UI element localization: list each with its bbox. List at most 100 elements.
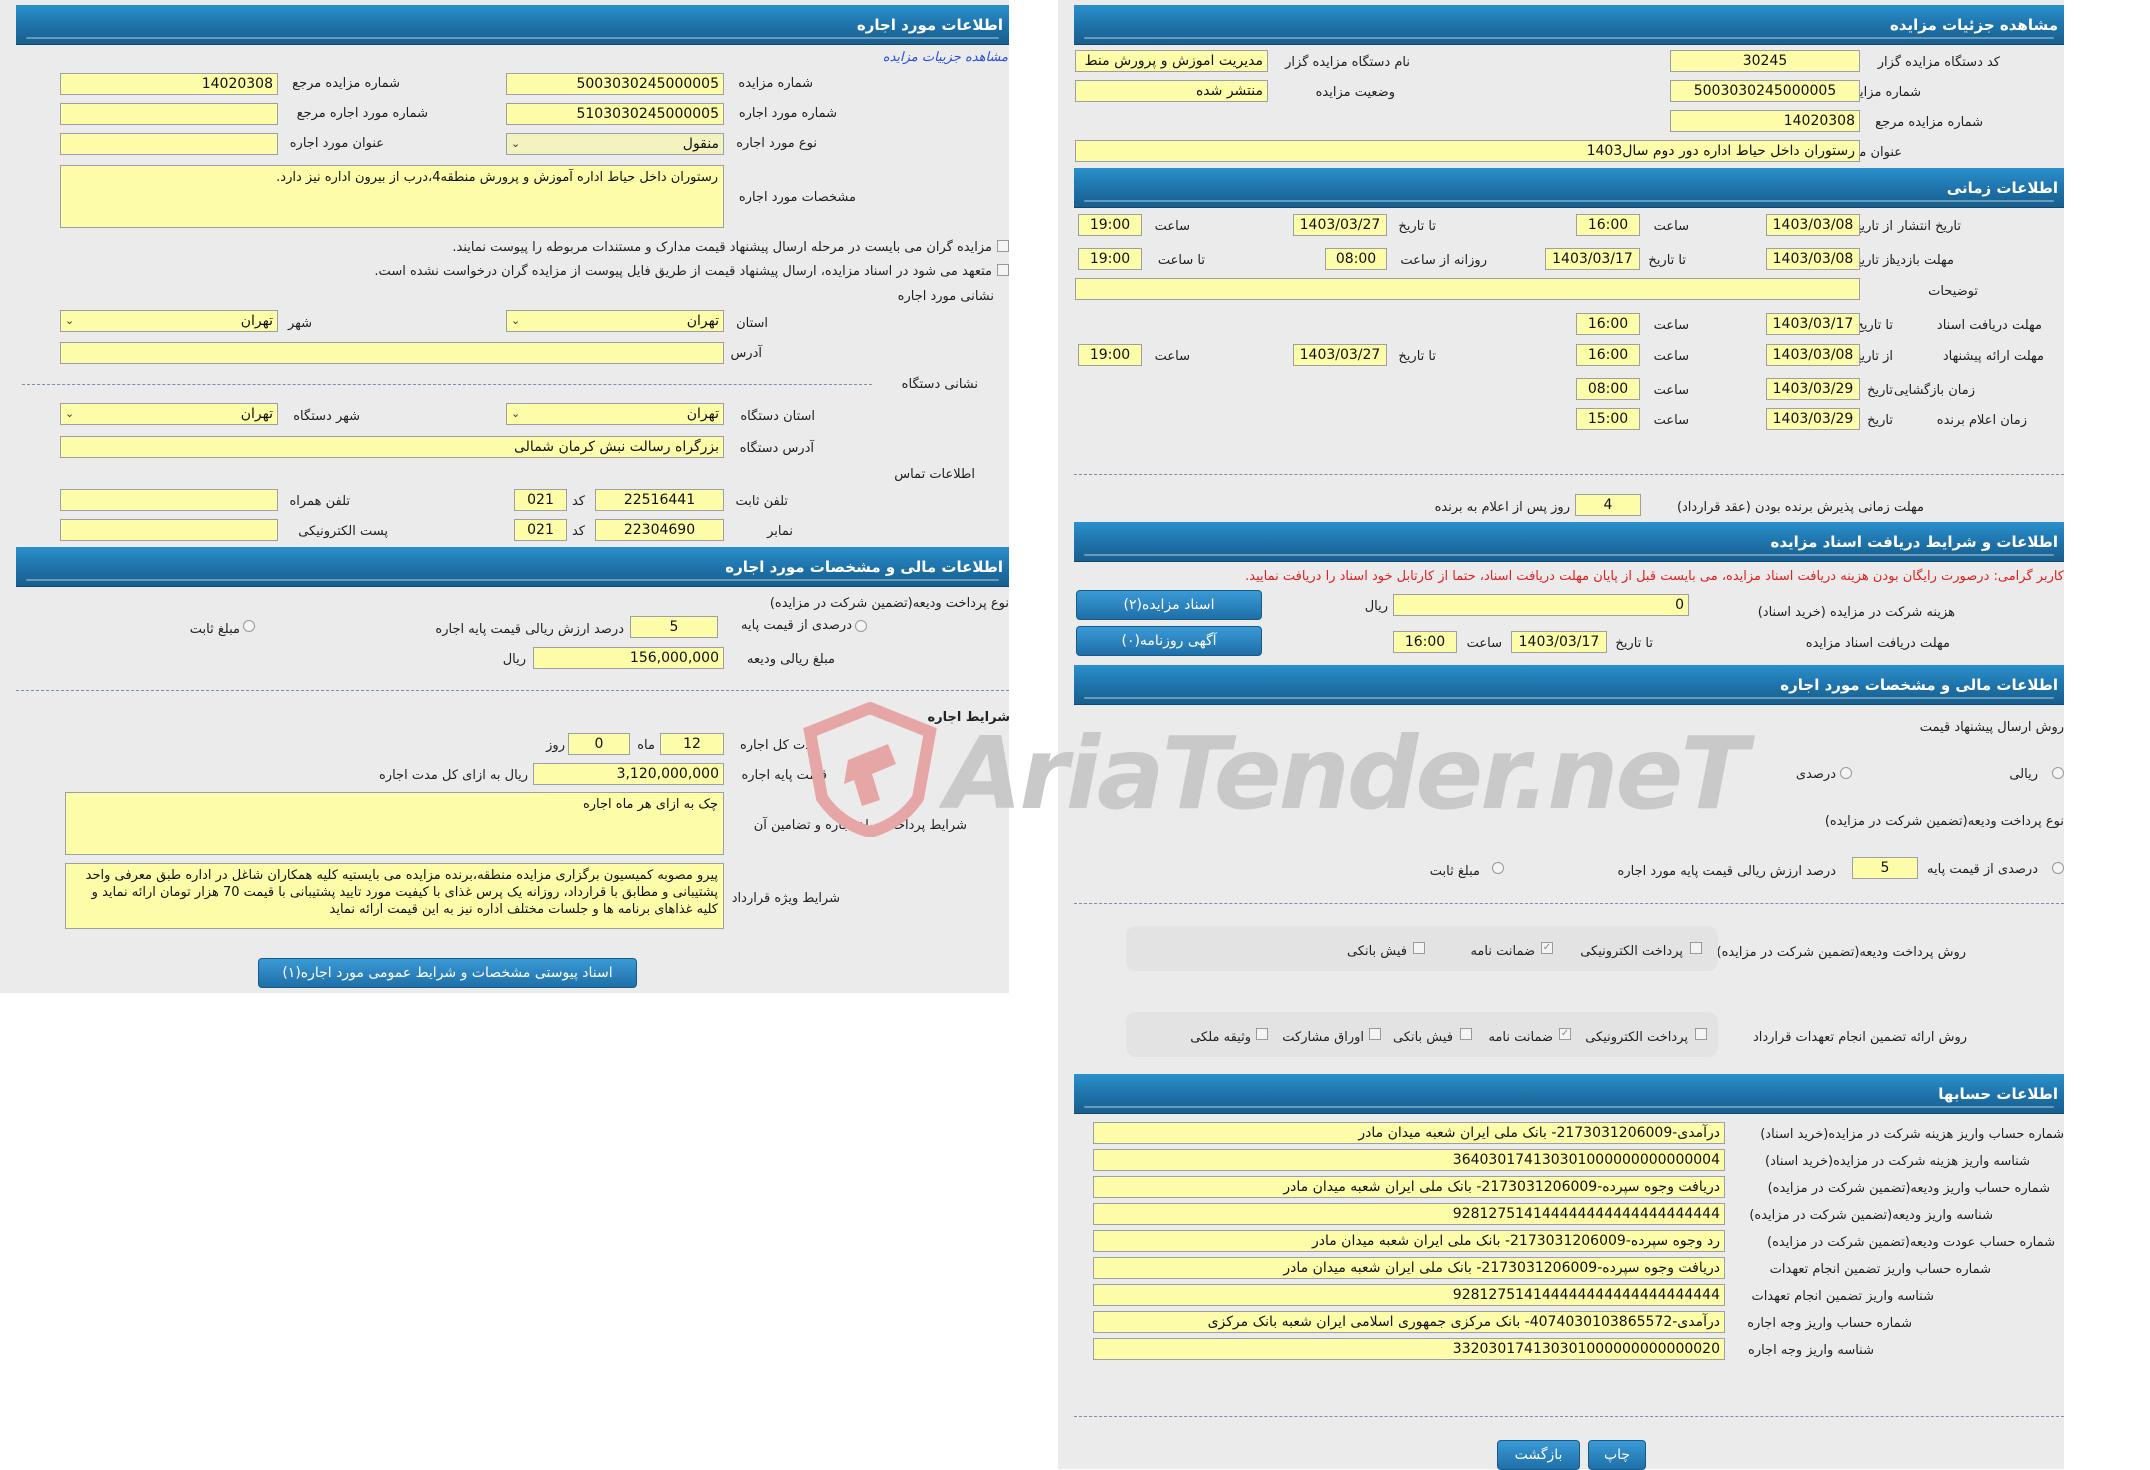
doc-deadline-label: مهلت دریافت اسناد: [1936, 318, 2042, 333]
account-label: شماره حساب واریز ودیعه(تضمین شرکت در مزا…: [1767, 1181, 2050, 1196]
auction-no-field: 5003030245000005: [506, 73, 724, 95]
rial-option-radio[interactable]: [2052, 767, 2064, 779]
account-value: درآمدی-4074030103865572- بانک مرکزی جمهو…: [1093, 1311, 1725, 1333]
offer-to-time-field: 19:00: [1078, 344, 1142, 366]
contract-receipt-label: فیش بانکی: [1392, 1030, 1453, 1045]
acceptance-suffix: روز پس از اعلام به برنده: [1434, 500, 1570, 515]
deposit-electronic-checkbox[interactable]: [1690, 942, 1702, 954]
publish-to-label: تا تاریخ: [1398, 219, 1436, 234]
base-price-field: 3,120,000,000: [533, 763, 724, 785]
contract-guarantee-checkbox[interactable]: ✓: [1559, 1028, 1571, 1040]
city-label: شهر: [287, 316, 312, 331]
city-select[interactable]: تهران ⌄: [60, 310, 278, 332]
notes-label: توضیحات: [1928, 284, 1978, 299]
fax-code-label: کد: [571, 524, 585, 539]
lease-title-label: عنوان مورد اجاره: [289, 136, 384, 151]
opening-label: زمان بازگشایی: [1894, 383, 1975, 398]
offer-method-label: روش ارسال پیشنهاد قیمت: [1919, 720, 2064, 735]
chevron-down-icon: ⌄: [65, 407, 75, 420]
docs-deadline-time-field: 16:00: [1393, 631, 1457, 653]
fax-code-field: 021: [514, 519, 567, 541]
contract-property-checkbox[interactable]: [1256, 1028, 1268, 1040]
phone-field: 22516441: [595, 489, 724, 511]
publish-to-time-field: 19:00: [1078, 214, 1142, 236]
auction-no-label: شماره مزایده: [738, 76, 813, 91]
view-auction-link[interactable]: مشاهده جزییات مزایده: [883, 50, 1008, 65]
percent-option-radio[interactable]: [1840, 767, 1852, 779]
publish-to-field: 1403/03/27: [1293, 214, 1387, 236]
city-value: تهران: [240, 313, 273, 329]
right-percent-field: 5: [1852, 857, 1918, 879]
org-province-select[interactable]: تهران ⌄: [506, 403, 724, 425]
chevron-down-icon: ⌄: [65, 314, 75, 327]
ref-auction-no-field: 14020308: [60, 73, 278, 95]
org-city-label: شهر دستگاه: [293, 409, 360, 424]
print-button[interactable]: چاپ: [1588, 1440, 1646, 1470]
rial-option-label: ریالی: [2009, 767, 2038, 782]
accounts-header: اطلاعات حسابها: [1074, 1074, 2064, 1114]
watermark-logo-icon: [800, 701, 940, 839]
mobile-label: تلفن همراه: [289, 494, 351, 509]
contract-receipt-checkbox[interactable]: [1460, 1028, 1472, 1040]
right-deposit-type-label: نوع پرداخت ودیعه(تضمین شرکت در مزایده): [1824, 814, 2064, 829]
left-percent-radio[interactable]: [855, 620, 867, 632]
ref-lease-item-no-label: شماره مورد اجاره مرجع: [296, 106, 428, 121]
fax-field: 22304690: [595, 519, 724, 541]
docs-deadline-time-label: ساعت: [1466, 636, 1502, 651]
winner-time-field: 15:00: [1576, 408, 1640, 430]
docs-deadline-to-label: تا تاریخ: [1615, 636, 1653, 651]
contract-bonds-checkbox[interactable]: [1369, 1028, 1381, 1040]
acceptance-divider: [1074, 474, 2064, 475]
note1-checkbox: [997, 240, 1009, 252]
winner-label: زمان اعلام برنده: [1936, 413, 2027, 428]
deposit-receipt-checkbox[interactable]: [1413, 942, 1425, 954]
duration-days-field: 0: [568, 733, 630, 755]
mobile-field: [60, 489, 278, 511]
acceptance-label: مهلت زمانی پذیرش برنده بودن (عقد قرارداد…: [1676, 500, 1924, 515]
account-value: 928127514144444444444444444444: [1093, 1203, 1725, 1225]
docs-deadline-label: مهلت دریافت اسناد مزایده: [1805, 636, 1950, 651]
auction-title-field: رستوران داخل حیاط اداره دور دوم سال1403: [1075, 140, 1860, 162]
note2-text: متعهد می شود در اسناد مزایده، ارسال پیشن…: [374, 264, 992, 279]
attachment-documents-button[interactable]: اسناد پیوستی مشخصات و شرایط عمومی مورد ا…: [258, 958, 637, 988]
lease-conditions-divider: [16, 690, 1009, 691]
contract-electronic-checkbox[interactable]: [1695, 1028, 1707, 1040]
address-field: [60, 342, 724, 364]
right-percent-of-base-label: درصدی از قیمت پایه: [1927, 862, 2038, 877]
back-button[interactable]: بازگشت: [1497, 1440, 1580, 1470]
special-terms-label: شرایط ویژه قرارداد: [731, 891, 840, 906]
deposit-method-label: روش پرداخت ودیعه(تضمین شرکت در مزایده): [1716, 945, 1966, 960]
email-field: [60, 519, 278, 541]
publish-label: تاریخ انتشار: [1898, 219, 1961, 234]
docs-notice: کاربر گرامی: درصورت رایگان بودن هزینه در…: [1245, 569, 2064, 584]
lease-item-no-field: 5103030245000005: [506, 103, 724, 125]
duration-months-field: 12: [660, 733, 724, 755]
month-label: ماه: [637, 738, 655, 753]
publish-from-time-field: 16:00: [1576, 214, 1640, 236]
org-city-select[interactable]: تهران ⌄: [60, 403, 278, 425]
lease-details-header: اطلاعات مورد اجاره: [16, 5, 1009, 45]
visit-to-field: 1403/03/17: [1545, 248, 1640, 270]
status-label: وضعیت مزایده: [1315, 85, 1395, 100]
left-financial-header: اطلاعات مالی و مشخصات مورد اجاره: [16, 547, 1009, 587]
account-value: دریافت وجوه سپرده-2173031206009- بانک مل…: [1093, 1257, 1725, 1279]
auction-docs-button[interactable]: اسناد مزایده(۲): [1076, 590, 1262, 620]
right-percent-radio[interactable]: [2052, 862, 2064, 874]
offer-from-time-field: 16:00: [1576, 344, 1640, 366]
right-fixed-radio[interactable]: [1492, 862, 1504, 874]
left-fixed-radio[interactable]: [243, 620, 255, 632]
right-ref-no-label: شماره مزایده مرجع: [1875, 115, 1983, 130]
left-percent-field: 5: [630, 616, 718, 638]
left-deposit-rial: ریال: [502, 652, 526, 667]
left-fixed-label: مبلغ ثابت: [189, 622, 240, 637]
right-ref-no-field: 14020308: [1670, 110, 1860, 132]
province-select[interactable]: تهران ⌄: [506, 310, 724, 332]
lease-type-select[interactable]: منقول ⌄: [506, 133, 724, 155]
fee-label: هزینه شرکت در مزایده (خرید اسناد): [1757, 605, 1955, 620]
account-value: 928127514144444444444444444444: [1093, 1284, 1725, 1306]
province-value: تهران: [686, 313, 719, 329]
account-value: 332030174130301000000000000020: [1093, 1338, 1725, 1360]
newspaper-ad-button[interactable]: آگهی روزنامه(۰): [1076, 626, 1262, 656]
deposit-guarantee-label: ضمانت نامه: [1470, 944, 1535, 959]
deposit-guarantee-checkbox[interactable]: ✓: [1541, 942, 1553, 954]
